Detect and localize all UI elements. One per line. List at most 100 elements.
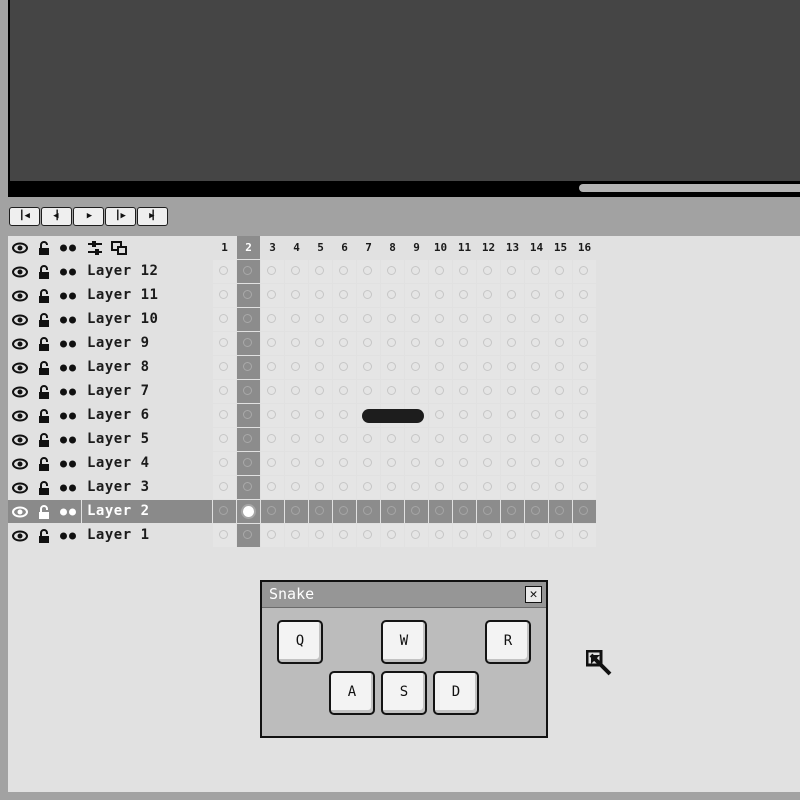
frame-cell[interactable] bbox=[285, 500, 308, 523]
frame-cell[interactable] bbox=[525, 500, 548, 523]
frame-settings-icon[interactable] bbox=[107, 236, 130, 259]
frame-cell[interactable] bbox=[453, 428, 476, 451]
frame-cell[interactable] bbox=[429, 332, 452, 355]
frame-cell[interactable] bbox=[573, 500, 596, 523]
key-s-button[interactable]: S bbox=[381, 671, 427, 715]
frame-cell[interactable] bbox=[213, 380, 236, 403]
frame-cell[interactable] bbox=[237, 476, 260, 499]
frame-cell[interactable] bbox=[381, 380, 404, 403]
frame-cell[interactable] bbox=[333, 500, 356, 523]
eye-icon[interactable] bbox=[8, 476, 31, 499]
frame-cell[interactable] bbox=[333, 428, 356, 451]
onion-skin-icon[interactable] bbox=[56, 236, 79, 259]
onion-skin-icon[interactable] bbox=[56, 332, 79, 355]
frame-cell[interactable] bbox=[261, 404, 284, 427]
frame-number[interactable]: 7 bbox=[357, 236, 380, 259]
frame-cell[interactable] bbox=[501, 284, 524, 307]
layer-name[interactable]: Layer 2 bbox=[82, 500, 212, 523]
frame-cell[interactable] bbox=[405, 380, 428, 403]
frame-cell[interactable] bbox=[429, 356, 452, 379]
frame-cell[interactable] bbox=[477, 524, 500, 547]
eye-icon[interactable] bbox=[8, 332, 31, 355]
frame-cell[interactable] bbox=[549, 284, 572, 307]
frame-number[interactable]: 1 bbox=[213, 236, 236, 259]
first-frame-button[interactable]: ▎◀ bbox=[9, 207, 40, 226]
frame-cell[interactable] bbox=[357, 356, 380, 379]
onion-skin-icon[interactable] bbox=[56, 524, 79, 547]
frame-cell[interactable] bbox=[477, 332, 500, 355]
frame-cell[interactable] bbox=[525, 260, 548, 283]
frame-cell[interactable] bbox=[285, 356, 308, 379]
eye-icon[interactable] bbox=[8, 284, 31, 307]
unlock-icon[interactable] bbox=[32, 308, 55, 331]
eye-icon[interactable] bbox=[8, 500, 31, 523]
layer-row[interactable]: Layer 11 bbox=[8, 284, 598, 307]
frame-cell[interactable] bbox=[549, 356, 572, 379]
close-icon[interactable]: ✕ bbox=[525, 586, 542, 603]
frame-cell[interactable] bbox=[549, 524, 572, 547]
frame-cell[interactable] bbox=[309, 356, 332, 379]
frame-cell[interactable] bbox=[429, 404, 452, 427]
frame-cell[interactable] bbox=[405, 356, 428, 379]
frame-number[interactable]: 10 bbox=[429, 236, 452, 259]
frame-cell[interactable] bbox=[333, 380, 356, 403]
frame-cell[interactable] bbox=[453, 332, 476, 355]
frame-cell[interactable] bbox=[453, 284, 476, 307]
frame-cell[interactable] bbox=[501, 380, 524, 403]
frame-cell[interactable] bbox=[525, 380, 548, 403]
frame-cell[interactable] bbox=[261, 476, 284, 499]
frame-cell[interactable] bbox=[237, 404, 260, 427]
frame-cell[interactable] bbox=[453, 356, 476, 379]
unlock-icon[interactable] bbox=[32, 356, 55, 379]
onion-skin-icon[interactable] bbox=[56, 284, 79, 307]
frame-cell[interactable] bbox=[333, 356, 356, 379]
frame-cell[interactable] bbox=[261, 524, 284, 547]
canvas-area[interactable] bbox=[8, 0, 800, 197]
key-d-button[interactable]: D bbox=[433, 671, 479, 715]
scrollbar-thumb[interactable] bbox=[579, 184, 800, 192]
frame-cell[interactable] bbox=[237, 332, 260, 355]
frame-cell[interactable] bbox=[285, 284, 308, 307]
frame-number[interactable]: 11 bbox=[453, 236, 476, 259]
frame-cell[interactable] bbox=[237, 284, 260, 307]
frame-cell[interactable] bbox=[525, 356, 548, 379]
eye-icon[interactable] bbox=[8, 236, 31, 259]
frame-cell[interactable] bbox=[501, 260, 524, 283]
frame-cell[interactable] bbox=[309, 332, 332, 355]
frame-cell[interactable] bbox=[381, 500, 404, 523]
frame-cell[interactable] bbox=[525, 404, 548, 427]
frame-cell[interactable] bbox=[261, 452, 284, 475]
frame-cell[interactable] bbox=[429, 308, 452, 331]
frame-cell[interactable] bbox=[477, 260, 500, 283]
frame-cell[interactable] bbox=[213, 524, 236, 547]
frame-cell[interactable] bbox=[261, 356, 284, 379]
frame-cell[interactable] bbox=[213, 404, 236, 427]
frame-cell[interactable] bbox=[453, 308, 476, 331]
layer-name[interactable]: Layer 8 bbox=[82, 356, 212, 379]
frame-number[interactable]: 14 bbox=[525, 236, 548, 259]
frame-cell[interactable] bbox=[549, 500, 572, 523]
frame-cell[interactable] bbox=[501, 500, 524, 523]
frame-cell[interactable] bbox=[309, 500, 332, 523]
lock-icon[interactable] bbox=[32, 236, 55, 259]
last-frame-button[interactable]: ▶▎ bbox=[137, 207, 168, 226]
layer-name[interactable]: Layer 4 bbox=[82, 452, 212, 475]
frame-cell[interactable] bbox=[261, 308, 284, 331]
frame-number[interactable]: 9 bbox=[405, 236, 428, 259]
frame-cell[interactable] bbox=[501, 428, 524, 451]
frame-cell[interactable] bbox=[405, 428, 428, 451]
frame-cell[interactable] bbox=[453, 404, 476, 427]
frame-number[interactable]: 8 bbox=[381, 236, 404, 259]
frame-cell[interactable] bbox=[213, 260, 236, 283]
frame-cell[interactable] bbox=[573, 260, 596, 283]
frame-cell[interactable] bbox=[309, 284, 332, 307]
frame-cell[interactable] bbox=[501, 476, 524, 499]
frame-cell[interactable] bbox=[573, 284, 596, 307]
prev-frame-button[interactable]: ◀▎ bbox=[41, 207, 72, 226]
frame-cell[interactable] bbox=[405, 332, 428, 355]
eye-icon[interactable] bbox=[8, 452, 31, 475]
frame-cell[interactable] bbox=[429, 476, 452, 499]
frame-cell[interactable] bbox=[285, 428, 308, 451]
frame-cell[interactable] bbox=[501, 356, 524, 379]
frame-cell[interactable] bbox=[453, 452, 476, 475]
